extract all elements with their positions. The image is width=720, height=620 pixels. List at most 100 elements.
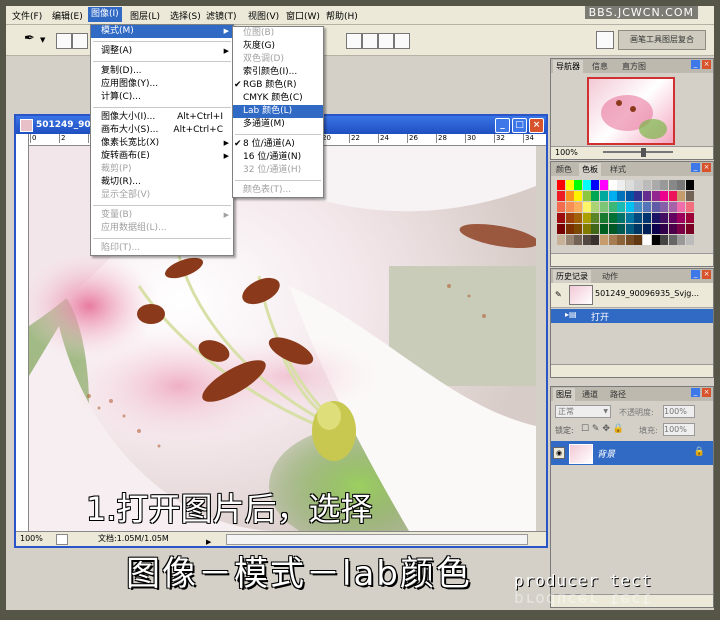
tab-styles[interactable]: 样式 bbox=[607, 163, 629, 176]
color-swatch[interactable] bbox=[608, 213, 617, 223]
menu-view[interactable]: 视图(V) bbox=[248, 9, 279, 22]
tab-navigator[interactable]: 导航器 bbox=[553, 60, 583, 73]
image-menu-item[interactable]: 模式(M) ▶ bbox=[91, 25, 233, 38]
color-swatch[interactable] bbox=[651, 224, 660, 234]
menu-edit[interactable]: 编辑(E) bbox=[52, 9, 83, 22]
color-swatch[interactable] bbox=[668, 224, 677, 234]
color-swatch[interactable] bbox=[582, 180, 591, 190]
fill-input[interactable]: 100% bbox=[663, 423, 695, 436]
image-menu-item[interactable]: 调整(A) ▶ bbox=[91, 45, 233, 58]
color-swatch[interactable] bbox=[651, 180, 660, 190]
color-swatch[interactable] bbox=[565, 202, 574, 212]
color-swatch[interactable] bbox=[617, 224, 626, 234]
history-snapshot[interactable]: ✎ 501249_90096935_Svjg... bbox=[551, 283, 713, 308]
image-menu-item[interactable]: 图像大小(I)... Alt+Ctrl+I bbox=[91, 111, 233, 124]
color-swatch[interactable] bbox=[686, 213, 694, 223]
color-swatch[interactable] bbox=[582, 191, 591, 201]
color-swatch[interactable] bbox=[608, 180, 617, 190]
color-swatch[interactable] bbox=[625, 191, 634, 201]
color-swatch[interactable] bbox=[686, 202, 694, 212]
color-swatch[interactable] bbox=[625, 213, 634, 223]
color-swatch[interactable] bbox=[651, 235, 660, 245]
color-swatch[interactable] bbox=[677, 180, 686, 190]
color-swatch[interactable] bbox=[643, 202, 651, 212]
color-swatch[interactable] bbox=[582, 235, 591, 245]
color-swatch[interactable] bbox=[617, 180, 626, 190]
color-swatch[interactable] bbox=[557, 235, 565, 245]
tab-histogram[interactable]: 直方图 bbox=[619, 60, 649, 73]
color-swatch[interactable] bbox=[643, 180, 651, 190]
color-swatch[interactable] bbox=[591, 224, 600, 234]
minimize-icon[interactable]: _ bbox=[691, 388, 700, 397]
mode-menu-item[interactable]: 16 位/通道(N) bbox=[233, 151, 323, 164]
color-swatch[interactable] bbox=[634, 191, 643, 201]
color-swatch[interactable] bbox=[574, 180, 583, 190]
color-swatch[interactable] bbox=[617, 191, 626, 201]
color-swatch[interactable] bbox=[677, 191, 686, 201]
color-swatch[interactable] bbox=[617, 235, 626, 245]
minimize-icon[interactable]: _ bbox=[691, 163, 700, 172]
zoom-level[interactable]: 100% bbox=[20, 532, 43, 546]
mode-menu-item[interactable]: ✔ 8 位/通道(A) bbox=[233, 138, 323, 151]
image-menu-item[interactable]: 裁切(R)... bbox=[91, 176, 233, 189]
color-swatch[interactable] bbox=[574, 202, 583, 212]
lock-icons[interactable]: ☐ ✎ ✥ 🔒 bbox=[581, 424, 624, 434]
paths-icon[interactable] bbox=[72, 33, 88, 49]
color-swatch[interactable] bbox=[643, 224, 651, 234]
color-swatch[interactable] bbox=[617, 202, 626, 212]
color-swatch[interactable] bbox=[582, 224, 591, 234]
color-swatch[interactable] bbox=[677, 202, 686, 212]
color-swatch[interactable] bbox=[651, 213, 660, 223]
color-swatch[interactable] bbox=[660, 235, 669, 245]
color-swatch[interactable] bbox=[686, 224, 694, 234]
mode-menu-item[interactable]: 索引颜色(I)... bbox=[233, 66, 323, 79]
color-swatch[interactable] bbox=[668, 180, 677, 190]
color-swatch[interactable] bbox=[677, 224, 686, 234]
color-swatch[interactable] bbox=[557, 224, 565, 234]
horizontal-scrollbar[interactable] bbox=[226, 534, 528, 545]
color-swatch[interactable] bbox=[591, 202, 600, 212]
color-swatch[interactable] bbox=[625, 224, 634, 234]
zoom-slider-thumb[interactable] bbox=[641, 148, 646, 157]
color-swatch[interactable] bbox=[608, 202, 617, 212]
minimize-icon[interactable]: _ bbox=[691, 270, 700, 279]
color-swatch[interactable] bbox=[668, 191, 677, 201]
opacity-input[interactable]: 100% bbox=[663, 405, 695, 418]
color-swatch[interactable] bbox=[582, 202, 591, 212]
tab-color[interactable]: 颜色 bbox=[553, 163, 575, 176]
file-browser-icon[interactable] bbox=[596, 31, 614, 49]
navigator-thumbnail[interactable] bbox=[587, 77, 675, 145]
image-menu-item[interactable]: 复制(D)... bbox=[91, 65, 233, 78]
color-swatch[interactable] bbox=[574, 213, 583, 223]
color-swatch[interactable] bbox=[651, 191, 660, 201]
color-swatch[interactable] bbox=[660, 191, 669, 201]
mode-menu-item[interactable]: Lab 颜色(L) bbox=[233, 105, 323, 118]
color-swatch[interactable] bbox=[660, 202, 669, 212]
color-swatch[interactable] bbox=[591, 180, 600, 190]
shape-layers-icon[interactable] bbox=[56, 33, 72, 49]
color-swatch[interactable] bbox=[600, 224, 608, 234]
color-swatch[interactable] bbox=[600, 180, 608, 190]
color-swatch[interactable] bbox=[643, 235, 651, 245]
color-swatch[interactable] bbox=[625, 235, 634, 245]
color-swatch[interactable] bbox=[625, 202, 634, 212]
menu-help[interactable]: 帮助(H) bbox=[326, 9, 358, 22]
blend-mode-select[interactable]: 正常 ▼ bbox=[555, 405, 611, 418]
exclude-area-icon[interactable] bbox=[394, 33, 410, 49]
close-icon[interactable]: × bbox=[702, 60, 711, 69]
image-menu-item[interactable]: 计算(C)... bbox=[91, 91, 233, 104]
color-swatch[interactable] bbox=[668, 213, 677, 223]
color-swatch[interactable] bbox=[557, 180, 565, 190]
color-swatch[interactable] bbox=[643, 191, 651, 201]
menu-filter[interactable]: 滤镜(T) bbox=[206, 9, 237, 22]
history-step[interactable]: ▸▤ 打开 bbox=[551, 309, 713, 323]
close-icon[interactable]: × bbox=[529, 118, 544, 133]
menu-layer[interactable]: 图层(L) bbox=[130, 9, 160, 22]
color-swatch[interactable] bbox=[660, 224, 669, 234]
image-menu-item[interactable]: 画布大小(S)... Alt+Ctrl+C bbox=[91, 124, 233, 137]
color-swatch[interactable] bbox=[557, 202, 565, 212]
color-swatch[interactable] bbox=[608, 191, 617, 201]
zoom-slider[interactable] bbox=[603, 151, 673, 153]
color-swatch[interactable] bbox=[660, 213, 669, 223]
minimize-icon[interactable]: _ bbox=[495, 118, 510, 133]
